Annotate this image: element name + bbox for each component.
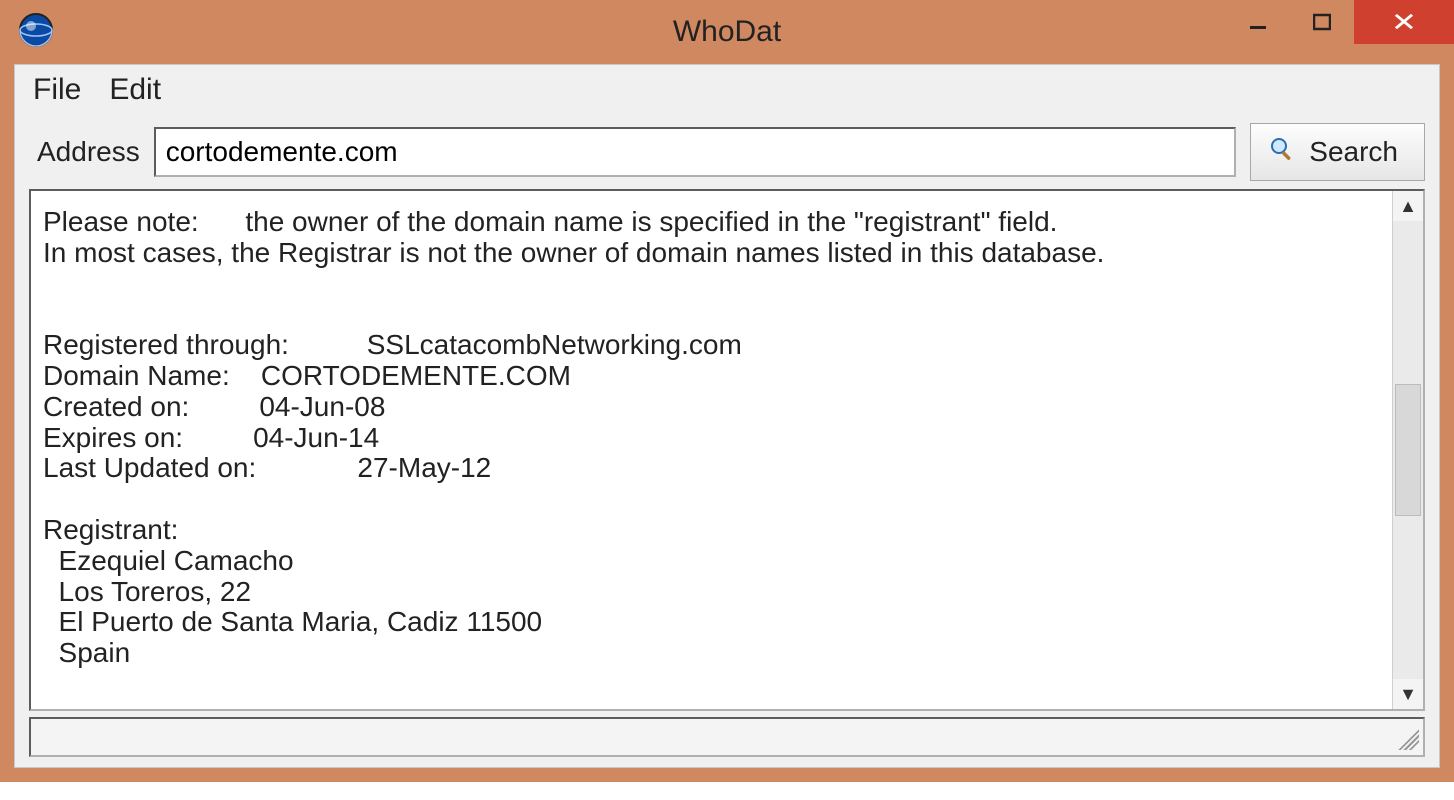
search-button[interactable]: Search (1250, 123, 1425, 181)
close-icon: ✕ (1391, 7, 1417, 38)
resize-grip[interactable] (1393, 724, 1419, 750)
menu-file[interactable]: File (33, 73, 81, 107)
results-text[interactable]: Please note: the owner of the domain nam… (31, 191, 1392, 709)
menu-bar: File Edit (15, 65, 1439, 117)
close-button[interactable]: ✕ (1354, 0, 1454, 44)
vertical-scrollbar[interactable]: ▲ ▼ (1392, 191, 1423, 709)
scroll-track-bottom[interactable] (1393, 518, 1423, 679)
search-icon (1269, 136, 1295, 169)
maximize-button[interactable] (1290, 0, 1354, 44)
address-label: Address (37, 136, 140, 168)
title-bar[interactable]: WhoDat ✕ (0, 0, 1454, 64)
scroll-up-button[interactable]: ▲ (1393, 191, 1423, 221)
scroll-track-top[interactable] (1393, 221, 1423, 382)
scroll-thumb[interactable] (1395, 384, 1421, 516)
window-controls: ✕ (1226, 0, 1454, 50)
scroll-down-button[interactable]: ▼ (1393, 679, 1423, 709)
status-bar (29, 717, 1425, 757)
minimize-button[interactable] (1226, 0, 1290, 44)
client-area: File Edit Address Search Please note: th… (14, 64, 1440, 768)
menu-edit[interactable]: Edit (109, 73, 161, 107)
address-input[interactable] (154, 127, 1237, 177)
results-panel: Please note: the owner of the domain nam… (29, 189, 1425, 711)
app-icon (18, 12, 54, 53)
app-window: WhoDat ✕ File Edit Address (0, 0, 1454, 782)
search-button-label: Search (1309, 136, 1398, 168)
address-bar: Address Search (15, 117, 1439, 189)
